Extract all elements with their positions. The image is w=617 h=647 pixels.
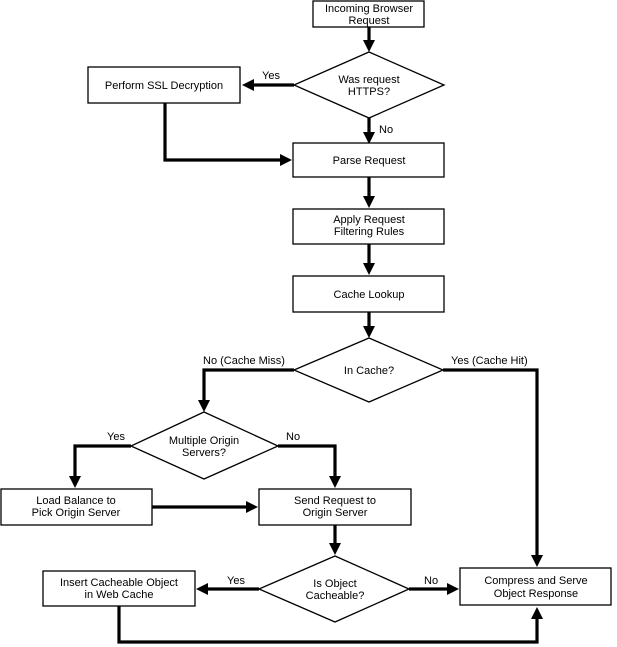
label-cacheable-yes: Yes [227,575,245,587]
node-lookup: Cache Lookup [292,275,445,313]
label-https-yes: Yes [262,70,280,82]
node-text: Filtering Rules [334,226,405,238]
arrowhead [242,79,254,91]
node-text: Compress and Serve [484,575,587,587]
arrowhead [363,40,375,52]
arrowhead [363,326,375,338]
node-text: Pick Origin Server [32,507,121,519]
label-incache-no: No (Cache Miss) [203,355,285,367]
node-insert: Insert Cacheable Object in Web Cache [42,570,196,607]
node-parse: Parse Request [292,142,445,178]
edge-incache-to-serve [443,368,539,557]
arrowhead [198,400,210,412]
node-text: Cacheable? [306,590,365,602]
node-text: Insert Cacheable Object [60,577,178,589]
node-text: Parse Request [333,155,406,167]
node-text: Origin Server [303,507,368,519]
arrowhead [363,196,375,208]
node-incoming: Incoming Browser Request [312,0,425,28]
edge-multi-to-loadbal [73,444,131,478]
node-text: Was request [338,74,399,86]
arrowhead [329,543,341,555]
flowchart: Incoming Browser Request Was request HTT… [0,0,612,644]
arrowhead [69,476,81,488]
node-filter: Apply Request Filtering Rules [292,208,445,245]
label-multi-no: No [286,431,300,443]
node-ssl: Perform SSL Decryption [87,66,241,104]
node-text: Incoming Browser [325,3,413,15]
node-send: Send Request to Origin Server [258,488,412,526]
node-text: Request [349,15,390,27]
arrowhead [447,583,459,595]
arrowhead [280,154,292,166]
label-cacheable-no: No [424,575,438,587]
node-text: Load Balance to [36,495,116,507]
node-text: Is Object [313,578,356,590]
label-multi-yes: Yes [107,431,125,443]
node-text: Object Response [494,588,578,600]
node-loadbal: Load Balance to Pick Origin Server [0,488,153,526]
node-serve: Compress and Serve Object Response [459,567,612,606]
arrowhead [246,501,258,513]
arrowhead [329,476,341,488]
arrowhead [531,607,543,619]
node-text: Perform SSL Decryption [105,80,223,92]
node-text: In Cache? [344,365,394,377]
node-https: Was request HTTPS? [292,51,446,119]
node-text: Multiple Origin [169,435,239,447]
edge-ssl-to-parse [163,103,282,162]
node-text: in Web Cache [85,589,154,601]
node-text: HTTPS? [348,86,390,98]
arrowhead [363,132,375,144]
node-incache: In Cache? [292,337,445,403]
node-text: Send Request to [294,495,376,507]
arrowhead [196,583,208,595]
arrowhead [531,555,543,567]
edge-multi-to-send [278,444,337,478]
edge-incache-to-multi [202,368,294,402]
node-cacheable: Is Object Cacheable? [257,555,411,623]
arrowhead [363,263,375,275]
node-multi: Multiple Origin Servers? [129,411,280,480]
node-text: Servers? [182,447,226,459]
label-incache-yes: Yes (Cache Hit) [451,355,528,367]
label-https-no: No [379,124,393,136]
node-text: Apply Request [333,214,405,226]
node-text: Cache Lookup [334,289,405,301]
edges [69,27,543,644]
